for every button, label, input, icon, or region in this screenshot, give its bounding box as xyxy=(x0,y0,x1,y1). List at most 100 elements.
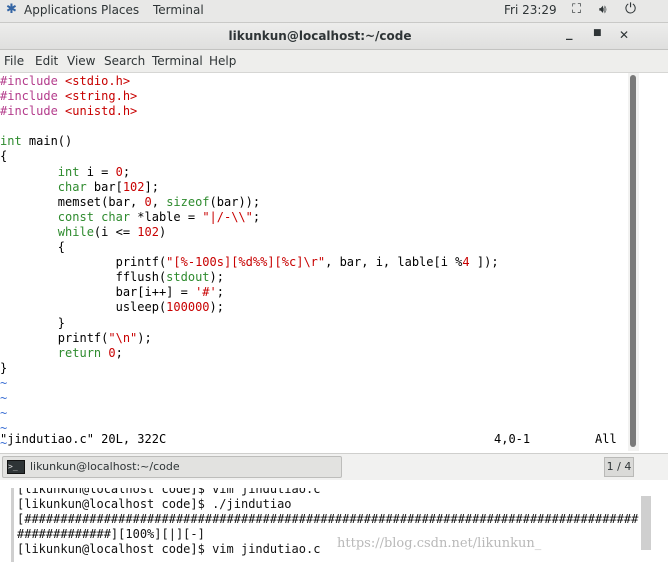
code-token: ]; xyxy=(144,179,159,194)
workspace-indicator[interactable]: 1 / 4 xyxy=(604,457,634,477)
code-token: } xyxy=(0,360,8,375)
terminal-app-menu[interactable]: Terminal xyxy=(153,3,204,17)
maximize-icon[interactable]: ■ xyxy=(593,28,602,38)
code-token: "\n" xyxy=(108,330,138,345)
code-line: } xyxy=(0,361,499,376)
menu-view[interactable]: View xyxy=(67,54,95,68)
code-token: 0 xyxy=(115,164,123,179)
menu-help[interactable]: Help xyxy=(209,54,236,68)
code-line: memset(bar, 0, sizeof(bar)); xyxy=(0,195,499,210)
terminal-output-line: [likunkun@localhost code]$ vim jindutiao… xyxy=(17,488,321,496)
menu-bar: File Edit View Search Terminal Help xyxy=(0,50,668,73)
code-token: ~ xyxy=(0,390,8,405)
code-token: (bar)); xyxy=(209,194,261,209)
places-menu[interactable]: Places xyxy=(101,3,139,17)
status-cursor-position: 4,0-1 xyxy=(494,432,531,446)
code-token: #include xyxy=(0,104,66,119)
code-line: printf("\n"); xyxy=(0,331,499,346)
menu-file[interactable]: File xyxy=(4,54,24,68)
code-token: <stdio.h> xyxy=(65,74,131,88)
menu-search[interactable]: Search xyxy=(104,54,145,68)
code-token: 4 xyxy=(462,255,470,270)
code-token: memset(bar, xyxy=(0,194,145,209)
code-line: const char *lable = "|/-\\"; xyxy=(0,210,499,225)
code-token: return xyxy=(57,345,102,360)
code-token: bar[i++] = xyxy=(0,285,196,300)
code-token: ; xyxy=(122,164,131,179)
code-line: return 0; xyxy=(0,346,499,361)
status-scroll-indicator: All xyxy=(595,432,617,446)
network-icon[interactable]: ⛶ xyxy=(572,2,581,17)
clock[interactable]: Fri 23:29 xyxy=(504,3,557,17)
code-line: char bar[102]; xyxy=(0,180,499,195)
code-token: #include xyxy=(0,74,66,88)
code-token: sizeof xyxy=(166,194,210,209)
code-token: while xyxy=(57,224,94,239)
terminal-area[interactable]: #include <stdio.h> #include <string.h> #in… xyxy=(0,73,628,451)
code-token: { xyxy=(0,149,8,164)
code-token: #include xyxy=(0,89,66,104)
code-token: ; xyxy=(252,209,261,224)
code-token: int xyxy=(0,134,22,149)
code-token: bar[ xyxy=(86,179,123,194)
taskbar-window-button[interactable]: >_ likunkun@localhost:~/code xyxy=(2,456,342,478)
terminal-output-line: [likunkun@localhost code]$ vim jindutiao… xyxy=(17,542,321,556)
code-token: 0 xyxy=(108,345,116,360)
window-title-bar[interactable]: likunkun@localhost:~/code _ ■ ✕ xyxy=(0,23,668,50)
applications-menu[interactable]: Applications xyxy=(24,3,97,17)
menu-terminal[interactable]: Terminal xyxy=(152,54,203,68)
code-token: 102 xyxy=(137,224,159,239)
code-line: bar[i++] = '#'; xyxy=(0,285,499,300)
code-token: char xyxy=(57,179,87,194)
system-top-bar: ✱ Applications Places Terminal Fri 23:29… xyxy=(0,0,668,23)
code-token: stdout xyxy=(166,270,210,285)
terminal-icon: >_ xyxy=(7,460,25,474)
code-line: } xyxy=(0,316,499,331)
minimize-icon[interactable]: _ xyxy=(566,26,573,41)
code-editor[interactable]: #include <stdio.h> #include <string.h> #in… xyxy=(0,74,499,451)
menu-edit[interactable]: Edit xyxy=(35,54,58,68)
code-line: { xyxy=(0,240,499,255)
code-line: #include <stdio.h> xyxy=(0,74,499,89)
code-line: int main() xyxy=(0,134,499,149)
code-token: "[%-100s][%d%%][%c]\r" xyxy=(166,255,326,270)
code-line: printf("[%-100s][%d%%][%c]\r", bar, i, l… xyxy=(0,255,499,270)
applications-icon[interactable]: ✱ xyxy=(6,2,17,17)
code-line: int i = 0; xyxy=(0,165,499,180)
code-token: ) xyxy=(158,224,167,239)
code-token: int xyxy=(57,164,80,179)
code-token: ); xyxy=(209,300,224,315)
code-token: ; xyxy=(216,285,224,300)
lower-terminal-snippet: [likunkun@localhost code]$ vim jindutiao… xyxy=(0,480,668,562)
code-token: i = xyxy=(79,164,116,179)
code-token: fflush( xyxy=(0,270,167,285)
code-token: "|/-\\" xyxy=(202,209,253,224)
code-line: ~ xyxy=(0,376,499,391)
status-file-info: "jindutiao.c" 20L, 322C xyxy=(0,432,167,446)
window-title: likunkun@localhost:~/code xyxy=(228,29,412,43)
code-token: ; xyxy=(115,345,123,360)
code-token: <unistd.h> xyxy=(65,104,138,119)
code-token: ); xyxy=(137,330,152,345)
code-token: <string.h> xyxy=(65,89,138,104)
watermark-text: https://blog.csdn.net/likunkun_ xyxy=(337,536,542,551)
power-icon[interactable]: ⏻ xyxy=(625,1,636,17)
code-token: 100000 xyxy=(166,300,210,315)
scrollbar-thumb[interactable] xyxy=(630,75,636,447)
lower-scrollbar[interactable] xyxy=(641,496,651,550)
code-line: #include <unistd.h> xyxy=(0,104,499,119)
taskbar-window-label: likunkun@localhost:~/code xyxy=(30,460,180,473)
bottom-taskbar: >_ likunkun@localhost:~/code 1 / 4 xyxy=(0,453,668,481)
close-icon[interactable]: ✕ xyxy=(619,28,629,42)
volume-icon[interactable]: 🔊︎ xyxy=(599,2,607,17)
terminal-output-line: [#######################################… xyxy=(17,512,639,526)
code-token: 0 xyxy=(144,194,152,209)
code-token: main() xyxy=(21,134,73,149)
code-line: usleep(100000); xyxy=(0,300,499,315)
code-token: , bar, i, lable[i % xyxy=(325,255,463,270)
terminal-output-line: #############][100%][|][-] xyxy=(17,527,205,541)
